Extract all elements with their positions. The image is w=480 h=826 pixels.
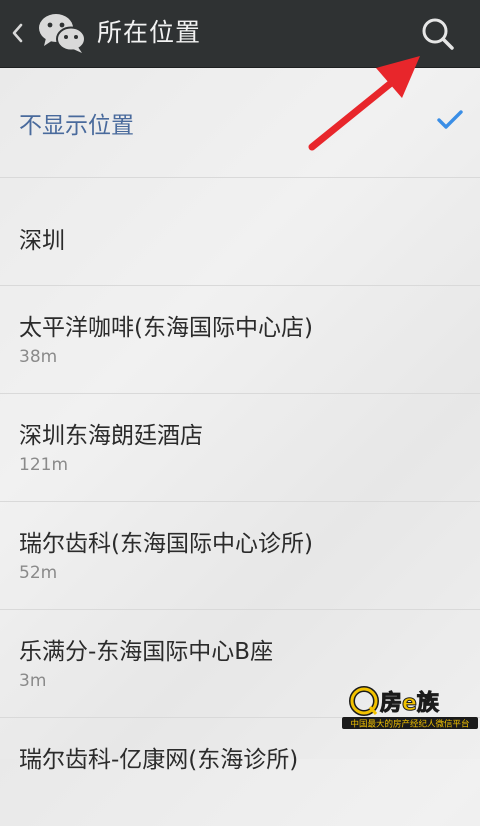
svg-text:中国最大的房产经纪人微信平台: 中国最大的房产经纪人微信平台 [350, 719, 469, 730]
watermark-logo: 房e族 中国最大的房产经纪人微信平台 [340, 684, 480, 732]
location-name: 瑞尔齿科-亿康网(东海诊所) [19, 747, 299, 773]
wechat-logo-icon[interactable] [38, 12, 86, 54]
top-bar: 所在位置 [0, 0, 480, 68]
location-name: 深圳东海朗廷酒店 [19, 423, 203, 449]
location-name: 深圳 [19, 228, 65, 254]
svg-text:房e族: 房e族 [380, 690, 440, 716]
list-item[interactable]: 深圳 [0, 178, 480, 286]
list-item[interactable]: 太平洋咖啡(东海国际中心店) 38m [0, 286, 480, 394]
location-name: 太平洋咖啡(东海国际中心店) [19, 315, 313, 341]
location-distance: 52m [19, 563, 58, 583]
chevron-left-icon[interactable] [10, 20, 26, 46]
location-distance: 121m [19, 455, 69, 475]
location-distance: 38m [19, 347, 58, 367]
list-item[interactable]: 瑞尔齿科-亿康网(东海诊所) [0, 718, 480, 826]
location-name: 不显示位置 [19, 113, 134, 139]
list-item-hide-location[interactable]: 不显示位置 [0, 68, 480, 178]
location-name: 瑞尔齿科(东海国际中心诊所) [19, 531, 313, 557]
list-item[interactable]: 瑞尔齿科(东海国际中心诊所) 52m [0, 502, 480, 610]
location-distance: 3m [19, 671, 47, 691]
list-item[interactable]: 深圳东海朗廷酒店 121m [0, 394, 480, 502]
checkmark-icon [436, 109, 464, 131]
page-title: 所在位置 [97, 18, 202, 47]
location-name: 乐满分-东海国际中心B座 [19, 639, 274, 665]
search-icon[interactable] [418, 14, 458, 54]
